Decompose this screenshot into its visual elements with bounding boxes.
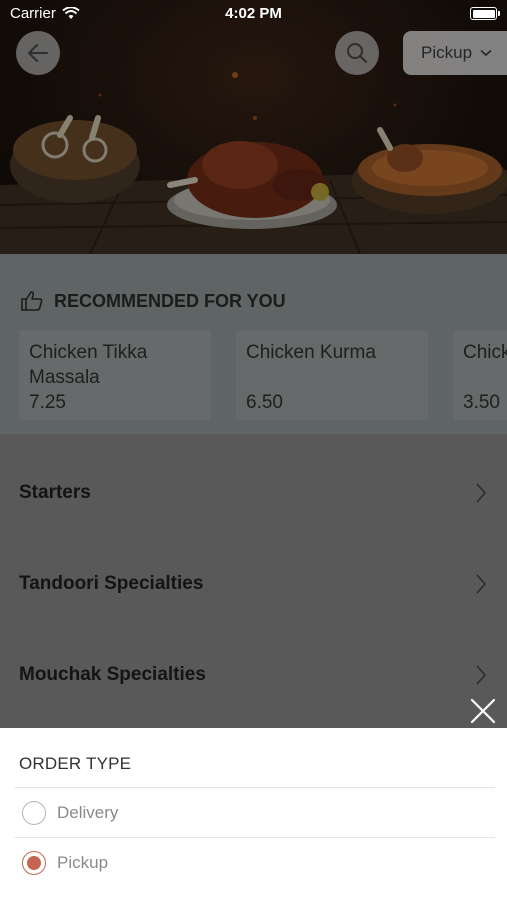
chevron-right-icon: [476, 665, 487, 684]
recommended-header: RECOMMENDED FOR YOU: [20, 290, 286, 312]
recommended-item-price: 6.50: [246, 392, 283, 413]
recommended-card[interactable]: Chicken Tikka Massala 7.25: [19, 330, 211, 420]
battery-icon: [470, 7, 500, 20]
clock: 4:02 PM: [225, 5, 282, 22]
category-row-mouchak[interactable]: Mouchak Specialties: [0, 629, 507, 720]
divider: [14, 837, 495, 838]
status-bar: Carrier 4:02 PM: [0, 0, 507, 28]
sheet-title: ORDER TYPE: [19, 754, 132, 773]
recommended-item-price: 7.25: [29, 392, 66, 413]
order-type-label: Pickup: [421, 43, 473, 62]
recommended-item-name: Chicken Starter: [463, 342, 507, 363]
option-label: Delivery: [57, 803, 119, 822]
order-type-dropdown[interactable]: Pickup: [403, 31, 507, 75]
recommended-section: RECOMMENDED FOR YOU Chicken Tikka Massal…: [0, 254, 507, 434]
chevron-right-icon: [476, 483, 487, 502]
menu-content: RECOMMENDED FOR YOU Chicken Tikka Massal…: [0, 254, 507, 728]
search-icon: [347, 43, 367, 63]
recommended-card[interactable]: Chicken Kurma 6.50: [236, 330, 428, 420]
recommended-title: RECOMMENDED FOR YOU: [54, 290, 286, 311]
category-label: Tandoori Specialties: [19, 572, 204, 594]
category-row-starters[interactable]: Starters: [0, 447, 507, 538]
radio-checked[interactable]: [22, 851, 46, 875]
close-icon: [470, 698, 496, 724]
chevron-right-icon: [476, 574, 487, 593]
recommended-item-name: Chicken Tikka Massala: [29, 342, 148, 388]
category-label: Starters: [19, 481, 91, 503]
recommended-card[interactable]: Chicken Starter 3.50: [453, 330, 507, 420]
order-type-sheet: ORDER TYPE Delivery Pickup: [0, 728, 507, 900]
divider: [14, 787, 495, 788]
order-type-option-pickup[interactable]: Pickup: [22, 851, 108, 875]
order-type-option-delivery[interactable]: Delivery: [22, 801, 118, 825]
chevron-down-icon: [480, 49, 492, 57]
close-sheet-button[interactable]: [469, 697, 497, 725]
radio-unchecked[interactable]: [22, 801, 46, 825]
thumbs-up-icon: [21, 291, 43, 311]
recommended-item-price: 3.50: [463, 392, 500, 413]
recommended-item-name: Chicken Kurma: [246, 342, 376, 363]
arrow-left-icon: [28, 44, 48, 62]
search-button[interactable]: [335, 31, 379, 75]
back-button[interactable]: [16, 31, 60, 75]
category-row-tandoori[interactable]: Tandoori Specialties: [0, 538, 507, 629]
option-label: Pickup: [57, 853, 109, 872]
category-label: Mouchak Specialties: [19, 663, 206, 685]
